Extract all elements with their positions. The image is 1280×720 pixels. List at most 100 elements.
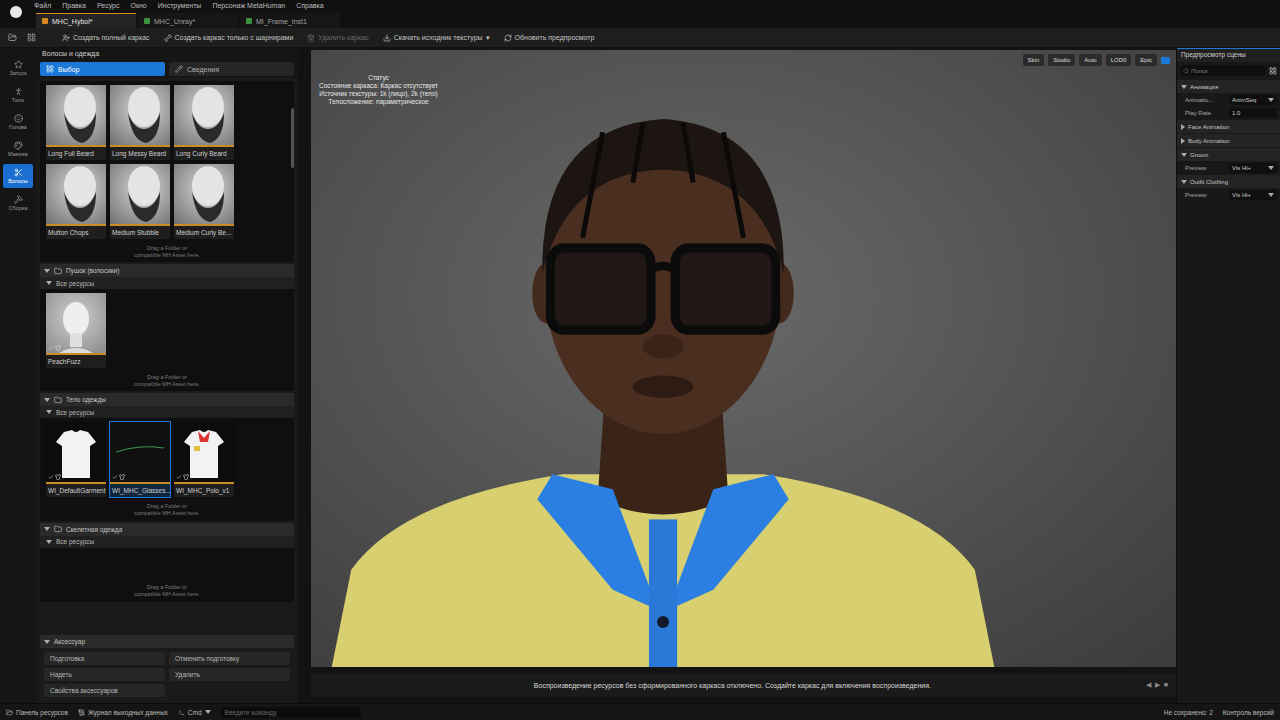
property-section: Body Animation [1177, 133, 1280, 147]
accessory-button[interactable]: Подготовка [44, 652, 165, 665]
menu-item[interactable]: Инструменты [158, 2, 202, 9]
viewport-pill[interactable]: Epic [1135, 54, 1157, 66]
drop-hint: Drag a Folder orcompatible MH Asset here… [134, 245, 200, 258]
rail-item[interactable]: Макияж [3, 137, 33, 161]
cmd-selector[interactable]: Cmd [178, 709, 211, 716]
subsection-header[interactable]: Все ресурсы [40, 277, 294, 289]
status-bar-indicator[interactable]: Контроль версий [1223, 709, 1274, 716]
asset-card[interactable]: WI_DefaultGarment [46, 422, 106, 497]
property-section-header[interactable]: Face Animation [1177, 120, 1280, 133]
asset-card[interactable]: WI_MHC_Glasses... [110, 422, 170, 497]
viewport-pill[interactable]: Skin [1023, 54, 1045, 66]
status-bar-button[interactable]: Панель ресурсов [6, 709, 68, 716]
viewport-pill[interactable]: LOD0 [1106, 54, 1132, 66]
expand-icon[interactable] [46, 410, 52, 414]
property-row: PreviewVis Hi+ [1177, 161, 1280, 174]
playback-button[interactable]: ■ [1164, 681, 1168, 689]
rail-item[interactable]: Запуск [3, 56, 33, 80]
panel-tab[interactable]: Выбор [40, 62, 165, 76]
property-section-header[interactable]: Outfit Clothing [1177, 175, 1280, 188]
command-input[interactable]: Введите команду [221, 707, 361, 718]
toolbar-button[interactable]: Обновить предпросмотр [504, 34, 595, 42]
rail-item[interactable]: Сборка [3, 191, 33, 215]
subsection-header[interactable]: Все ресурсы [40, 406, 294, 418]
menu-item[interactable]: Окно [130, 2, 146, 9]
section-header[interactable]: Тело одежды [40, 393, 294, 406]
save-icon[interactable] [8, 33, 17, 42]
document-tab[interactable]: MHC_Unray* [138, 13, 238, 28]
character-render-icon[interactable] [311, 50, 1176, 667]
asset-card[interactable]: Long Full Beard [46, 85, 106, 160]
playback-button[interactable]: ▶ [1155, 681, 1160, 689]
property-row: PreviewVis Hi+ [1177, 188, 1280, 201]
asset-card[interactable]: Medium Stubble [110, 164, 170, 239]
rail-item[interactable]: Тело [3, 83, 33, 107]
section-header[interactable]: Пушок (волосики) [40, 264, 294, 277]
expand-icon[interactable] [44, 269, 50, 273]
property-section: GroomPreviewVis Hi+ [1177, 147, 1280, 174]
expand-icon[interactable] [1181, 124, 1185, 130]
property-dropdown[interactable]: Vis Hi+ [1229, 163, 1277, 173]
status-bar-indicator[interactable]: Не сохранено: 2 [1164, 709, 1213, 716]
expand-icon[interactable] [44, 398, 50, 402]
panel-title: Предпросмотр сцены [1177, 48, 1280, 62]
expand-icon[interactable] [1181, 85, 1187, 89]
menu-item[interactable]: Ресурс [97, 2, 120, 9]
menu-item[interactable]: Правка [62, 2, 86, 9]
accessory-button[interactable]: Свойства аксессуаров [44, 684, 165, 697]
panel-tab[interactable]: Сведения [169, 62, 294, 76]
expand-icon[interactable] [46, 540, 52, 544]
expand-icon[interactable] [46, 281, 52, 285]
property-section-header[interactable]: Groom [1177, 148, 1280, 161]
beard-thumbnail-icon [174, 164, 234, 226]
viewport-pill[interactable]: Auto [1079, 54, 1101, 66]
property-dropdown[interactable]: Vis Hi+ [1229, 190, 1277, 200]
expand-icon[interactable] [44, 640, 50, 644]
asset-card[interactable]: Long Messy Beard [110, 85, 170, 160]
asset-label: Medium Curly Be... [174, 226, 234, 239]
menu-item[interactable]: Персонаж MetaHuman [212, 2, 285, 9]
search-field[interactable]: Поиск [1180, 65, 1266, 76]
accessory-button[interactable]: Удалить [169, 668, 290, 681]
asset-card[interactable]: Long Curly Beard [174, 85, 234, 160]
viewport-pill[interactable]: Studio [1048, 54, 1075, 66]
accessory-button[interactable]: Надеть [44, 668, 165, 681]
expand-icon[interactable] [1181, 153, 1187, 157]
status-bar-button[interactable]: Журнал выходных данных [78, 709, 168, 716]
accessory-button[interactable]: Отменить подготовку [169, 652, 290, 665]
menu-item[interactable]: Справка [296, 2, 323, 9]
expand-icon[interactable] [1181, 180, 1187, 184]
toolbar-button[interactable]: Создать каркас только с шарнирами [164, 34, 294, 42]
asset-card[interactable]: Mutton Chops [46, 164, 106, 239]
subsection-header[interactable]: Все ресурсы [40, 536, 294, 548]
browse-icon[interactable] [27, 33, 36, 42]
asset-card[interactable]: PeachFuzz [46, 293, 106, 368]
viewport[interactable]: СтатусСостояние каркаса: Каркас отсутств… [311, 50, 1176, 667]
layout-icon[interactable] [1161, 57, 1170, 64]
scrollbar-thumb[interactable] [291, 108, 294, 168]
property-section-header[interactable]: Анимация [1177, 80, 1280, 93]
playback-button[interactable]: ◀ [1146, 681, 1151, 689]
property-section-header[interactable]: Body Animation [1177, 134, 1280, 147]
menu-item[interactable]: Файл [34, 2, 51, 9]
asset-card[interactable]: Medium Curly Be... [174, 164, 234, 239]
section-header[interactable]: Аксессуар [40, 635, 294, 648]
property-dropdown[interactable]: AnimSeq [1229, 95, 1277, 105]
settings-icon[interactable] [1269, 67, 1277, 75]
asset-card[interactable]: WI_MHC_Polo_v1 [174, 422, 234, 497]
toolbar-action-icon [164, 34, 172, 42]
toolbar-button[interactable]: Скачать исходник текстуры▾ [383, 34, 490, 42]
property-number[interactable]: 1.0 [1229, 108, 1277, 118]
panel-splitter[interactable] [298, 48, 311, 703]
document-tab[interactable]: MHC_Hybol* [36, 13, 136, 28]
rail-item[interactable]: Волосы [3, 164, 33, 188]
menu-bar: Файл Правка Ресурс Окно Инструменты Персонаж … [0, 0, 1280, 11]
rail-item[interactable]: Голова [3, 110, 33, 134]
expand-icon[interactable] [44, 527, 50, 531]
expand-icon[interactable] [1181, 138, 1185, 144]
section-header[interactable]: Скелетная одежда [40, 523, 294, 536]
document-tab[interactable]: MI_Frame_Inst1 [240, 13, 340, 28]
toolbar-button[interactable]: Удалить каркас [307, 34, 368, 42]
status-bar: Панель ресурсов Журнал выходных данных Cmd… [0, 703, 1280, 720]
toolbar-button[interactable]: Создать полный каркас [62, 34, 150, 42]
